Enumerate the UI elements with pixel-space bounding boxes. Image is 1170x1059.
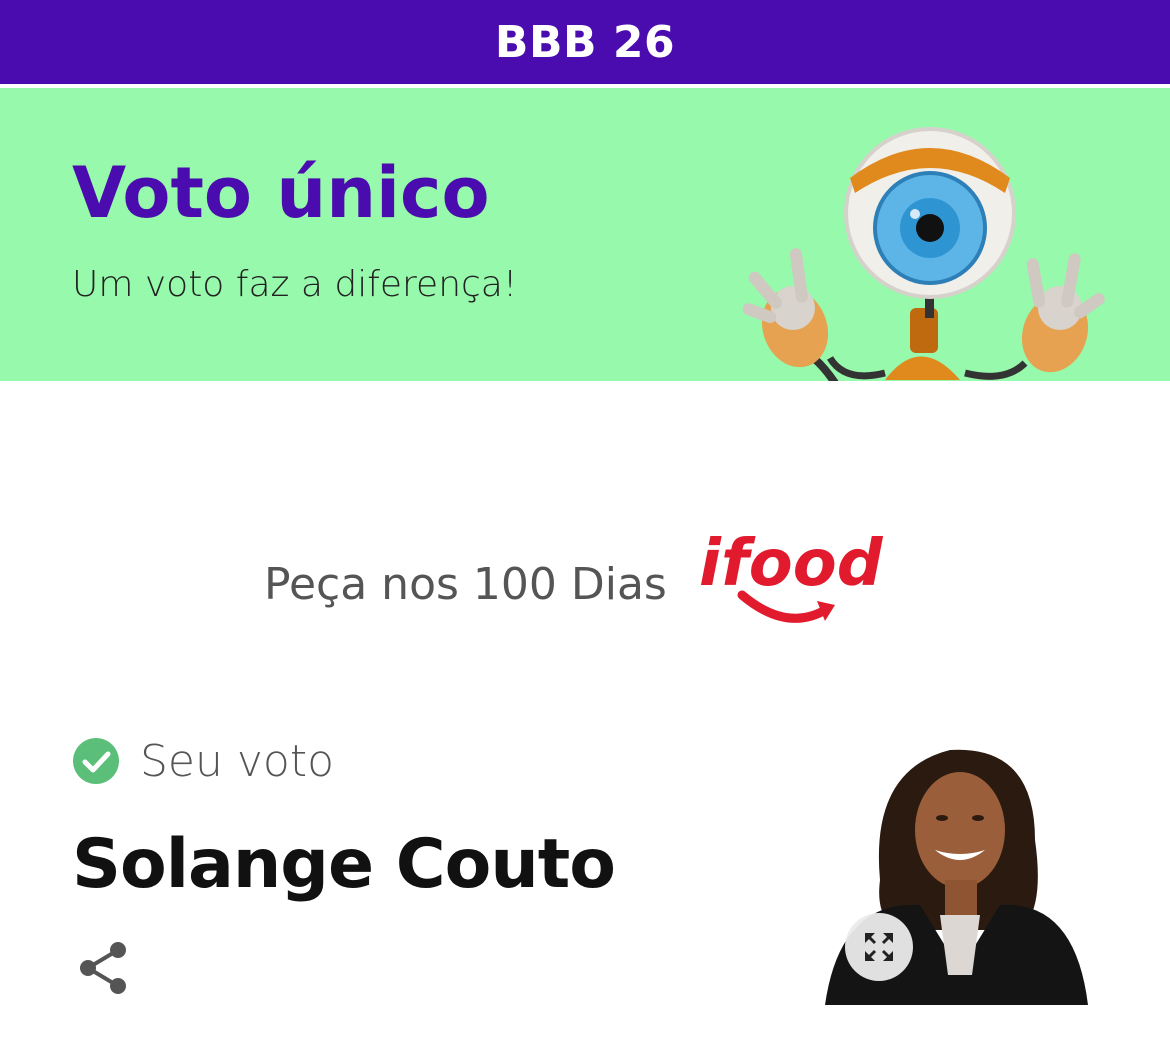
big-brother-mascot-icon xyxy=(742,127,1105,381)
vote-status: Seu voto xyxy=(72,735,334,787)
ifood-logo: ifood xyxy=(699,527,884,623)
vote-banner: Voto único Um voto faz a diferença! xyxy=(0,88,1170,381)
expand-icon xyxy=(865,933,893,961)
svg-text:ifood: ifood xyxy=(699,527,884,601)
check-circle-icon xyxy=(73,738,119,784)
sponsor-banner[interactable]: Peça nos 100 Dias ifood xyxy=(262,525,922,635)
banner-subhead: Um voto faz a diferença! xyxy=(72,264,518,305)
banner-headline: Voto único xyxy=(72,152,490,234)
vote-label: Seu voto xyxy=(140,735,335,787)
candidate-name: Solange Couto xyxy=(72,825,616,904)
share-icon[interactable] xyxy=(76,940,132,996)
page-title: BBB 26 xyxy=(494,16,676,68)
expand-photo-button[interactable] xyxy=(845,913,913,981)
sponsor-text: Peça nos 100 Dias xyxy=(264,559,667,610)
top-bar: BBB 26 xyxy=(0,0,1170,84)
